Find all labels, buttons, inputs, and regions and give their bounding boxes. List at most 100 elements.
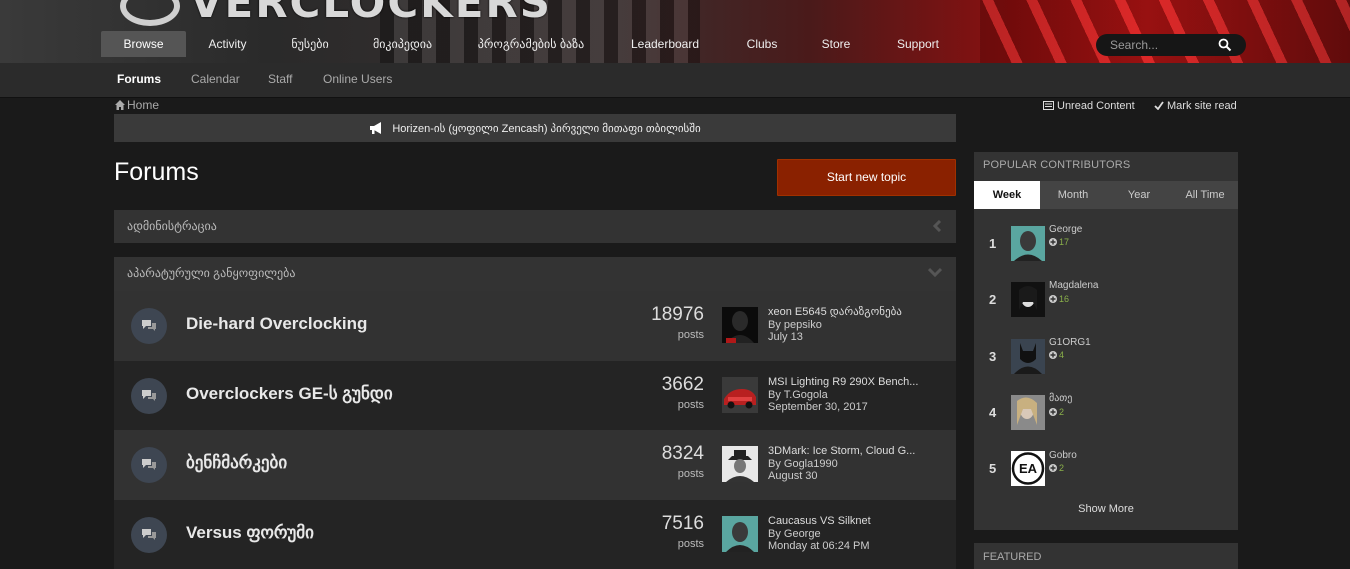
- last-post-author[interactable]: By Gogla1990: [768, 458, 928, 471]
- last-post-date: September 30, 2017: [768, 401, 868, 413]
- search-input[interactable]: [1110, 37, 1210, 53]
- search-box: [1096, 34, 1246, 56]
- forum-status-icon: [131, 517, 167, 553]
- forum-title[interactable]: Versus ფორუმი: [186, 500, 314, 569]
- avatar[interactable]: [1011, 395, 1045, 430]
- last-post-author[interactable]: By pepsiko: [768, 319, 928, 332]
- breadcrumb[interactable]: Home: [115, 98, 159, 112]
- contributor-name[interactable]: Magdalena: [1049, 280, 1098, 291]
- contributor-name[interactable]: G1ORG1: [1049, 337, 1091, 348]
- subnav-forums[interactable]: Forums: [117, 63, 161, 98]
- avatar[interactable]: [1011, 282, 1045, 317]
- last-post-author[interactable]: By T.Gogola: [768, 389, 928, 402]
- search-icon[interactable]: [1218, 38, 1232, 52]
- last-post-date: Monday at 06:24 PM: [768, 540, 870, 552]
- nav-store[interactable]: Store: [814, 31, 858, 57]
- nav-support[interactable]: Support: [888, 31, 948, 57]
- last-post-info: Caucasus VS Silknet By George Monday at …: [768, 515, 928, 553]
- reputation: 2: [1049, 463, 1064, 473]
- forum-status-icon: [131, 378, 167, 414]
- site-header: VERCLOCKERS Browse Activity ნუსები მიკიპ…: [0, 0, 1350, 63]
- reputation-count: 16: [1059, 294, 1070, 304]
- nav-software-base[interactable]: პროგრამების ბაზა: [470, 31, 592, 57]
- contributor-rank: 2: [989, 292, 997, 307]
- logo-mark-icon: [120, 0, 180, 26]
- contributor-rank: 1: [989, 236, 997, 251]
- subnav-online-users[interactable]: Online Users: [323, 63, 392, 98]
- site-logo[interactable]: VERCLOCKERS: [120, 0, 552, 27]
- last-post-title[interactable]: xeon E5645 დარაზგონება: [768, 306, 928, 319]
- comments-icon: [142, 320, 156, 331]
- post-count-label: posts: [677, 538, 704, 550]
- nav-clubs[interactable]: Clubs: [737, 31, 787, 57]
- announcement-text: Horizen-ის (ყოფილი Zencash) პირველი მითა…: [392, 122, 701, 135]
- nav-wiki[interactable]: მიკიპედია: [366, 31, 439, 57]
- tab-year[interactable]: Year: [1106, 181, 1172, 209]
- post-count-label: posts: [677, 399, 704, 411]
- nav-browse[interactable]: Browse: [101, 31, 186, 57]
- mark-site-read-link[interactable]: Mark site read: [1154, 99, 1237, 113]
- category-header[interactable]: ადმინისტრაცია: [114, 210, 956, 243]
- contributor-rank: 5: [989, 461, 997, 476]
- tab-week[interactable]: Week: [974, 181, 1040, 209]
- forum-title[interactable]: Die-hard Overclocking: [186, 291, 367, 361]
- forum-status-icon: [131, 447, 167, 483]
- chevron-down-icon[interactable]: [928, 267, 942, 277]
- last-post-title[interactable]: Caucasus VS Silknet: [768, 515, 928, 528]
- category-header[interactable]: აპარატურული განყოფილება: [114, 257, 956, 291]
- forum-row: Versus ფორუმი 7516 posts Caucasus VS Sil…: [114, 500, 956, 569]
- svg-text:EA: EA: [1019, 461, 1038, 476]
- period-tabs: Week Month Year All Time: [974, 181, 1238, 209]
- contributor-name[interactable]: Gobro: [1049, 450, 1077, 461]
- last-post-title[interactable]: 3DMark: Ice Storm, Cloud G...: [768, 445, 928, 458]
- last-post-title[interactable]: MSI Lighting R9 290X Bench...: [768, 376, 928, 389]
- mark-site-read-label: Mark site read: [1167, 100, 1237, 112]
- avatar[interactable]: [1011, 339, 1045, 374]
- subnav-calendar[interactable]: Calendar: [191, 63, 240, 98]
- avatar[interactable]: [722, 446, 758, 482]
- post-count: 7516: [661, 513, 704, 534]
- reputation: 17: [1049, 237, 1069, 247]
- post-count: 8324: [661, 443, 704, 464]
- contributor-rank: 3: [989, 349, 997, 364]
- widget-title: POPULAR CONTRIBUTORS: [983, 159, 1131, 171]
- avatar[interactable]: [722, 516, 758, 552]
- announcement-bar[interactable]: Horizen-ის (ყოფილი Zencash) პირველი მითა…: [114, 114, 956, 142]
- show-more-link[interactable]: Show More: [974, 503, 1238, 515]
- last-post-info: 3DMark: Ice Storm, Cloud G... By Gogla19…: [768, 445, 928, 483]
- forum-title[interactable]: ბენჩმარკები: [186, 430, 287, 500]
- subnav-staff[interactable]: Staff: [268, 63, 292, 98]
- widget-title: FEATURED: [983, 551, 1042, 563]
- nav-news[interactable]: ნუსები: [282, 31, 338, 57]
- avatar[interactable]: [722, 307, 758, 343]
- forum-row: Die-hard Overclocking 18976 posts xeon E…: [114, 291, 956, 361]
- post-count: 18976: [651, 304, 704, 325]
- avatar[interactable]: EA: [1011, 451, 1045, 486]
- nav-leaderboard[interactable]: Leaderboard: [622, 31, 708, 57]
- tab-month[interactable]: Month: [1040, 181, 1106, 209]
- megaphone-icon: [370, 122, 382, 134]
- comments-icon: [142, 459, 156, 470]
- contributor-name[interactable]: მათე: [1049, 393, 1072, 404]
- post-count-label: posts: [677, 468, 704, 480]
- plus-circle-icon: [1049, 295, 1057, 303]
- start-new-topic-button[interactable]: Start new topic: [777, 159, 956, 196]
- reputation: 4: [1049, 350, 1064, 360]
- unread-content-link[interactable]: Unread Content: [1043, 99, 1135, 113]
- last-post-info: xeon E5645 დარაზგონება By pepsiko July 1…: [768, 306, 928, 344]
- sub-nav: Forums Calendar Staff Online Users: [0, 63, 1350, 98]
- chevron-left-icon[interactable]: [932, 220, 942, 232]
- contributor-name[interactable]: George: [1049, 224, 1082, 235]
- tab-all-time[interactable]: All Time: [1172, 181, 1238, 209]
- avatar[interactable]: [722, 377, 758, 413]
- reputation: 2: [1049, 407, 1064, 417]
- category-title: აპარატურული განყოფილება: [127, 266, 296, 280]
- home-icon: [115, 100, 125, 110]
- forum-row: Overclockers GE-ს გუნდი 3662 posts MSI L…: [114, 361, 956, 431]
- avatar[interactable]: [1011, 226, 1045, 261]
- breadcrumb-home[interactable]: Home: [127, 98, 159, 112]
- nav-activity[interactable]: Activity: [200, 31, 255, 57]
- forum-title[interactable]: Overclockers GE-ს გუნდი: [186, 361, 393, 431]
- last-post-author[interactable]: By George: [768, 528, 928, 541]
- featured-widget: FEATURED: [974, 543, 1238, 569]
